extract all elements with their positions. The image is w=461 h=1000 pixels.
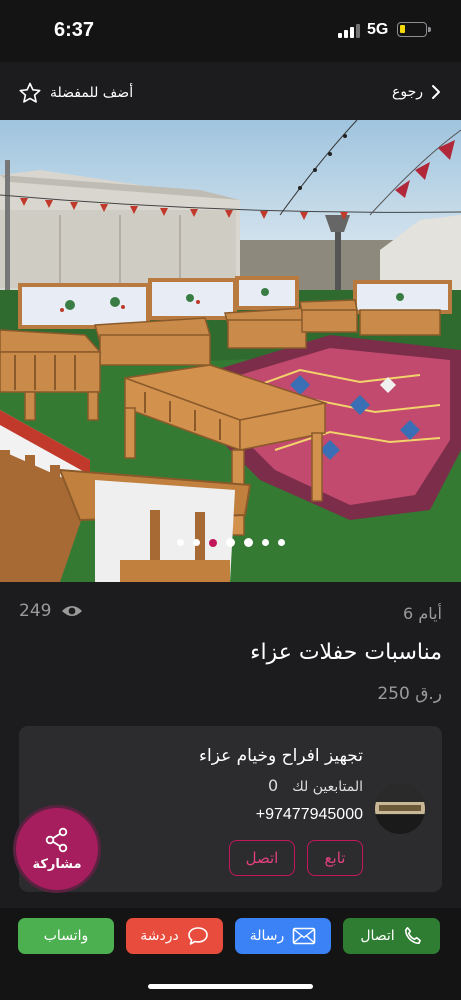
seller-name[interactable]: تجهيز افراح وخيام عزاء (199, 746, 363, 766)
battery-level (400, 25, 405, 33)
gallery-dots[interactable] (0, 538, 461, 547)
gallery-dot[interactable] (208, 538, 217, 547)
chevron-right-icon (432, 85, 440, 99)
gallery-dot[interactable] (225, 538, 235, 547)
follow-button[interactable]: تابع (307, 840, 363, 876)
listing-price: 250 ر.ق (377, 684, 442, 704)
chat-label: دردشة (140, 928, 179, 944)
seller-avatar-image (375, 784, 425, 834)
bottom-action-bar: واتساب دردشة رسالة اتصال (0, 908, 461, 1000)
home-indicator[interactable] (148, 984, 313, 989)
listing-title: مناسبات حفلات عزاء (250, 640, 442, 665)
gallery-dot[interactable] (261, 539, 269, 546)
view-count-value: 249 (19, 601, 52, 621)
battery-icon (397, 22, 431, 37)
signal-icon (338, 24, 360, 38)
nav-bar: أضف للمفضلة رجوع (0, 62, 461, 120)
add-favorite-button[interactable]: أضف للمفضلة (18, 81, 133, 105)
chat-bubble-icon (187, 927, 208, 945)
eye-icon (62, 606, 83, 616)
whatsapp-button[interactable]: واتساب (18, 918, 114, 954)
back-label: رجوع (391, 84, 423, 100)
message-button[interactable]: رسالة (235, 918, 331, 954)
call-seller-button[interactable]: اتصل (229, 840, 295, 876)
gallery-dot[interactable] (243, 538, 253, 547)
message-label: رسالة (249, 928, 285, 944)
seller-avatar[interactable] (375, 784, 425, 834)
status-bar: 6:37 5G (0, 0, 461, 62)
gallery-dot[interactable] (192, 539, 200, 546)
status-time: 6:37 (54, 19, 95, 41)
add-favorite-label: أضف للمفضلة (50, 85, 134, 101)
followers-label: المتابعين لك (292, 779, 363, 795)
whatsapp-label: واتساب (43, 928, 89, 944)
seller-phone[interactable]: +97477945000 (256, 806, 363, 824)
chat-button[interactable]: دردشة (126, 918, 223, 954)
view-count: 249 (19, 601, 83, 621)
listing-photo-image (0, 120, 461, 582)
envelope-icon (292, 927, 316, 945)
call-label: اتصال (360, 928, 395, 944)
star-icon (19, 82, 41, 103)
back-button[interactable]: رجوع (392, 84, 441, 100)
phone-icon (404, 927, 421, 945)
share-button[interactable]: مشاركة (13, 805, 101, 893)
gallery-dot[interactable] (176, 539, 184, 546)
share-icon (45, 827, 68, 852)
followers-count: 0 (268, 776, 279, 795)
share-label: مشاركة (32, 856, 82, 872)
seller-followers: 0 المتابعين لك (268, 776, 363, 795)
network-type: 5G (367, 21, 389, 38)
posted-time: 6 أيام (403, 604, 442, 623)
listing-photo[interactable] (0, 120, 461, 582)
call-button[interactable]: اتصال (343, 918, 440, 954)
gallery-dot[interactable] (277, 539, 285, 546)
